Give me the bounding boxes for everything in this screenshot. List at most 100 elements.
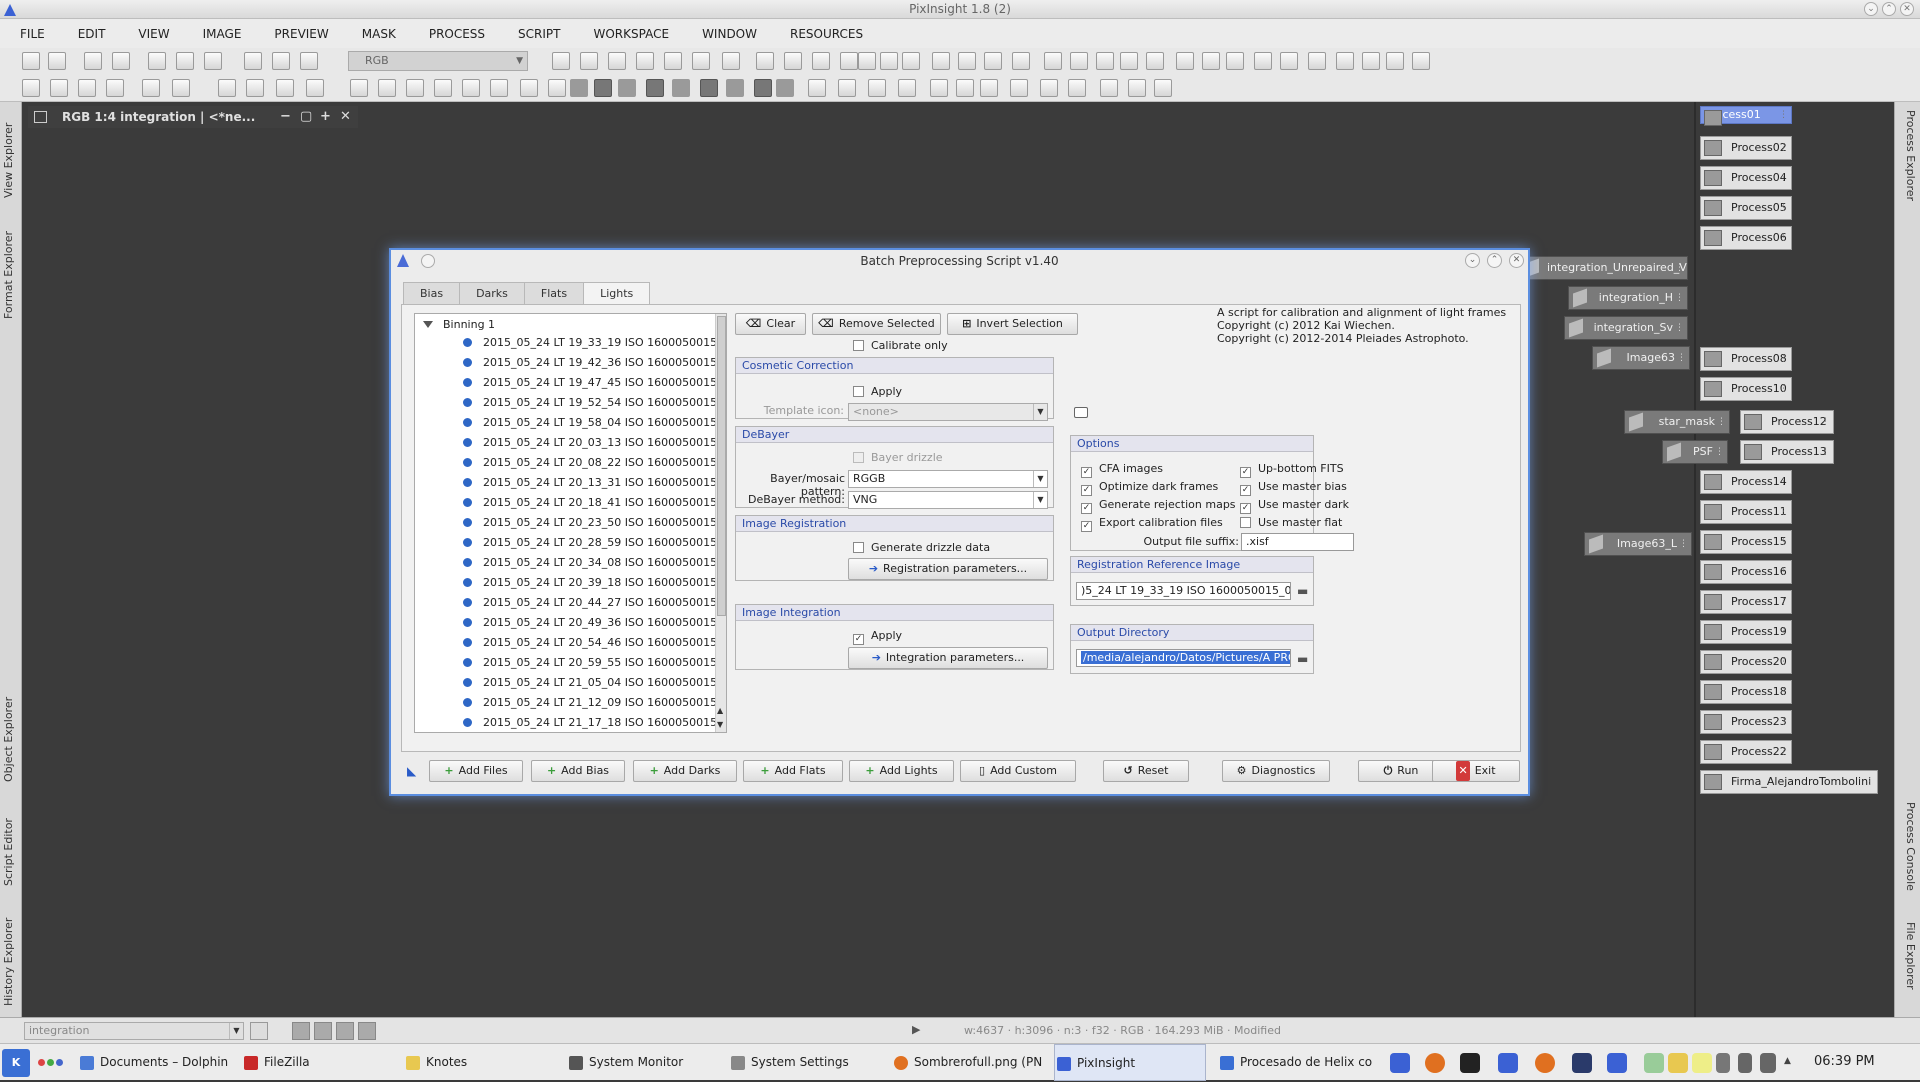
toolbar-tool-icon[interactable] xyxy=(276,79,294,97)
toolbar-tool-icon[interactable] xyxy=(618,79,636,97)
drag-handle-icon[interactable]: ⋮ xyxy=(1779,501,1788,523)
toolbar-tool-icon[interactable] xyxy=(22,52,40,70)
tree-root[interactable]: Binning 1 xyxy=(423,318,495,331)
toolbar-tool-icon[interactable] xyxy=(956,79,974,97)
drag-handle-icon[interactable]: ⋮ xyxy=(1675,287,1684,309)
toolbar-tool-icon[interactable] xyxy=(246,79,264,97)
file-list-item[interactable]: 2015_05_24 LT 20_34_08 ISO 1600050015_00… xyxy=(463,556,726,569)
dialog-maximize-icon[interactable]: ⌃ xyxy=(1487,253,1502,268)
scroll-up-icon[interactable]: ▲ xyxy=(717,706,723,715)
image-icon[interactable]: Image63_L ⋮ xyxy=(1584,532,1692,556)
toolbar-tool-icon[interactable] xyxy=(756,52,774,70)
process-icon[interactable]: Process18 ⋮ xyxy=(1700,680,1792,704)
toolbar-tool-icon[interactable] xyxy=(1100,79,1118,97)
exit-button[interactable]: ✕ Exit xyxy=(1432,760,1520,782)
add-bias-button[interactable]: + Add Bias xyxy=(531,760,625,782)
generate-drizzle-checkbox[interactable]: Generate drizzle data xyxy=(853,541,990,554)
checkbox-box[interactable]: ✓ xyxy=(1081,521,1092,532)
toolbar-tool-icon[interactable] xyxy=(112,52,130,70)
kde-launcher-icon[interactable]: K xyxy=(2,1049,30,1077)
file-list-item[interactable]: 2015_05_24 LT 20_23_50 ISO 1600050015_00… xyxy=(463,516,726,529)
file-list-item[interactable]: 2015_05_24 LT 20_03_13 ISO 1600050015_00… xyxy=(463,436,726,449)
tab-lights[interactable]: Lights xyxy=(583,282,651,305)
master-dark-checkbox[interactable]: ✓ Use master dark xyxy=(1240,498,1349,514)
file-list-item[interactable]: 2015_05_24 LT 21_05_04 ISO 1600050015_00… xyxy=(463,676,726,689)
file-list-item[interactable]: 2015_05_24 LT 19_58_04 ISO 1600050015_00… xyxy=(463,416,726,429)
comment-icon[interactable] xyxy=(1074,407,1088,418)
file-list-item[interactable]: 2015_05_24 LT 20_18_41 ISO 1600050015_00… xyxy=(463,496,726,509)
toolbar-tool-icon[interactable] xyxy=(306,79,324,97)
notes-tray-icon[interactable] xyxy=(1644,1053,1664,1073)
toolbar-tool-icon[interactable] xyxy=(520,79,538,97)
process-icon[interactable]: Process01 ⋮ xyxy=(1700,106,1792,126)
drag-handle-icon[interactable]: ⋮ xyxy=(1779,197,1788,219)
file-list-item[interactable]: 2015_05_24 LT 20_39_18 ISO 1600050015_00… xyxy=(463,576,726,589)
toolbar-tool-icon[interactable] xyxy=(784,52,802,70)
process-icon[interactable]: Process22 ⋮ xyxy=(1700,740,1792,764)
toolbar-tool-icon[interactable] xyxy=(1336,52,1354,70)
toolbar-tool-icon[interactable] xyxy=(272,52,290,70)
task-firefox-image[interactable]: Sombrerofull.png (PN xyxy=(892,1044,1042,1081)
toolbar-tool-icon[interactable] xyxy=(646,79,664,97)
toolbar-tool-icon[interactable] xyxy=(1120,52,1138,70)
pin-icon[interactable] xyxy=(421,254,435,268)
toolbar-tool-icon[interactable] xyxy=(350,79,368,97)
cfa-images-checkbox[interactable]: ✓ CFA images xyxy=(1081,462,1163,478)
toolbar-tool-icon[interactable] xyxy=(148,52,166,70)
master-flat-checkbox[interactable]: Use master flat xyxy=(1240,516,1342,529)
toolbar-tool-icon[interactable] xyxy=(548,79,566,97)
toolbar-tool-icon[interactable] xyxy=(552,52,570,70)
history-explorer-tab[interactable]: History Explorer xyxy=(2,907,20,1017)
play-icon[interactable]: ▶ xyxy=(912,1023,920,1036)
toolbar-tool-icon[interactable] xyxy=(50,79,68,97)
toolbar-tool-icon[interactable] xyxy=(1070,52,1088,70)
checkbox-box[interactable]: ✓ xyxy=(1240,485,1251,496)
tray-expand-icon[interactable]: ▲ xyxy=(1784,1056,1791,1066)
toolbar-tool-icon[interactable] xyxy=(580,52,598,70)
add-flats-button[interactable]: + Add Flats xyxy=(743,760,843,782)
menu-resources[interactable]: RESOURCES xyxy=(790,27,863,41)
image-icon[interactable]: integration_Sv ⋮ xyxy=(1564,316,1688,340)
checkbox-box[interactable]: ✓ xyxy=(1081,485,1092,496)
drag-handle-icon[interactable]: ⋮ xyxy=(1715,441,1724,463)
toolbar-tool-icon[interactable] xyxy=(958,52,976,70)
up-bottom-fits-checkbox[interactable]: ✓ Up-bottom FITS xyxy=(1240,462,1344,478)
checkbox-box[interactable] xyxy=(1240,517,1251,528)
network-tray-icon[interactable] xyxy=(1760,1053,1776,1073)
color-space-select[interactable]: RGB ▼ xyxy=(348,51,528,71)
toolbar-tool-icon[interactable] xyxy=(1308,52,1326,70)
minimize-window-icon[interactable]: − xyxy=(280,106,291,128)
cosmetic-apply-checkbox[interactable]: Apply xyxy=(853,385,902,398)
bayer-drizzle-checkbox[interactable]: Bayer drizzle xyxy=(853,451,943,464)
reference-image-input[interactable]: )5_24 LT 19_33_19 ISO 1600050015_0002.CR… xyxy=(1076,582,1291,600)
toolbar-tool-icon[interactable] xyxy=(1044,52,1062,70)
drag-handle-icon[interactable]: ⋮ xyxy=(1779,167,1788,189)
process-icon[interactable]: Process15 ⋮ xyxy=(1700,530,1792,554)
view-lock-icon[interactable] xyxy=(250,1022,268,1040)
dialog-close-icon[interactable]: ✕ xyxy=(1509,253,1524,268)
drag-handle-icon[interactable]: ⋮ xyxy=(1779,681,1788,703)
toolbar-tool-icon[interactable] xyxy=(1096,52,1114,70)
pixinsight-tray-icon[interactable] xyxy=(1607,1053,1627,1073)
toolbar-tool-icon[interactable] xyxy=(898,79,916,97)
toolbar-tool-icon[interactable] xyxy=(78,79,96,97)
view-selector[interactable]: integration ▼ xyxy=(24,1022,244,1040)
scrollbar-thumb[interactable] xyxy=(717,316,726,616)
volume-tray-icon[interactable] xyxy=(1738,1053,1752,1073)
drag-handle-icon[interactable]: ⋮ xyxy=(1779,591,1788,613)
process-explorer-tab[interactable]: Process Explorer xyxy=(1899,110,1917,220)
toolbar-tool-icon[interactable] xyxy=(1154,79,1172,97)
master-bias-checkbox[interactable]: ✓ Use master bias xyxy=(1240,480,1347,496)
menu-process[interactable]: PROCESS xyxy=(429,27,485,41)
add-lights-button[interactable]: + Add Lights xyxy=(849,760,954,782)
script-editor-tab[interactable]: Script Editor xyxy=(2,802,20,902)
checkbox-box[interactable] xyxy=(853,452,864,463)
maximize-window-icon[interactable]: + xyxy=(320,106,331,128)
toolbar-tool-icon[interactable] xyxy=(490,79,508,97)
toolbar-tool-icon[interactable] xyxy=(1254,52,1272,70)
tab-darks[interactable]: Darks xyxy=(459,282,525,304)
toolbar-tool-icon[interactable] xyxy=(406,79,424,97)
toolbar-tool-icon[interactable] xyxy=(776,79,794,97)
task-procesado-helix[interactable]: Procesado de Helix co xyxy=(1218,1044,1372,1081)
remove-selected-button[interactable]: ⌫ Remove Selected xyxy=(812,313,941,335)
